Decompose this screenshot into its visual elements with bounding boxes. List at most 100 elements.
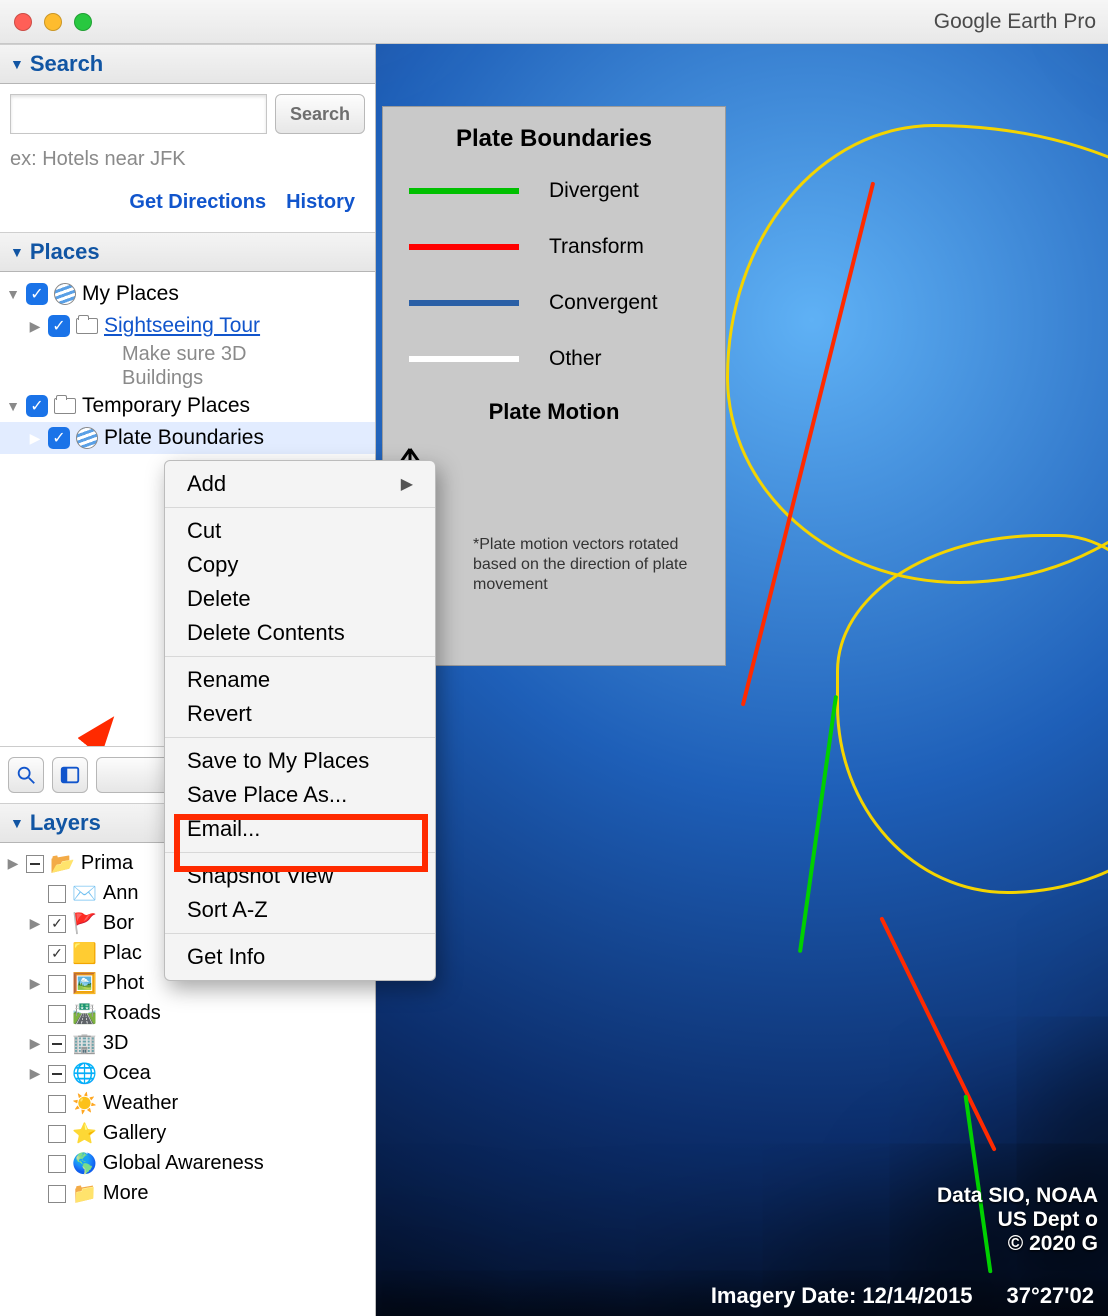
panel-title: Search	[30, 51, 103, 77]
menu-item-cut[interactable]: Cut	[165, 514, 435, 548]
checkbox[interactable]	[48, 1155, 66, 1173]
menu-label: Email...	[187, 816, 260, 842]
checkbox[interactable]: ✓	[26, 283, 48, 305]
menu-label: Snapshot View	[187, 863, 333, 889]
menu-item-snapshot-view[interactable]: Snapshot View	[165, 859, 435, 893]
titlebar: Google Earth Pro	[0, 0, 1108, 44]
menu-item-delete[interactable]: Delete	[165, 582, 435, 616]
menu-item-save-to-my-places[interactable]: Save to My Places	[165, 744, 435, 778]
checkbox[interactable]: ✓	[48, 315, 70, 337]
menu-label: Save Place As...	[187, 782, 347, 808]
layer-item[interactable]: 🌎Global Awareness	[0, 1149, 375, 1179]
disclosure-icon: ▼	[10, 56, 24, 72]
annotation-arrow-icon	[74, 714, 164, 746]
layer-icon: 🌐	[72, 1061, 97, 1086]
checkbox[interactable]	[48, 915, 66, 933]
checkbox[interactable]	[48, 975, 66, 993]
search-places-button[interactable]	[8, 757, 44, 793]
tree-label[interactable]: Sightseeing Tour	[104, 314, 260, 338]
link-history[interactable]: History	[286, 191, 355, 214]
legend-title: Plate Boundaries	[383, 107, 725, 153]
menu-item-copy[interactable]: Copy	[165, 548, 435, 582]
maximize-icon[interactable]	[74, 13, 92, 31]
map-viewport[interactable]: 📌+ ▱+ ↝+ ▭+ 🎥+ 🕘 🌅 🪐 📏 Plate Boundaries …	[376, 44, 1108, 1316]
tree-item-sightseeing[interactable]: ▶ ✓ Sightseeing Tour	[0, 310, 375, 342]
search-input[interactable]	[10, 94, 267, 134]
panel-header-places[interactable]: ▼ Places	[0, 232, 375, 272]
panel-toggle-button[interactable]	[52, 757, 88, 793]
disclosure-icon[interactable]: ▶	[28, 1065, 42, 1082]
disclosure-icon[interactable]: ▼	[6, 286, 20, 302]
legend-swatch-icon	[409, 356, 519, 362]
checkbox[interactable]	[48, 1005, 66, 1023]
menu-item-rename[interactable]: Rename	[165, 663, 435, 697]
legend-label: Other	[549, 347, 602, 371]
checkbox[interactable]	[48, 1035, 66, 1053]
layer-item[interactable]: 📁 More	[0, 1179, 375, 1209]
menu-item-sort-az[interactable]: Sort A-Z	[165, 893, 435, 927]
window-controls	[14, 13, 92, 31]
submenu-arrow-icon: ▶	[401, 474, 413, 494]
menu-item-revert[interactable]: Revert	[165, 697, 435, 731]
legend-swatch-icon	[409, 300, 519, 306]
menu-item-add[interactable]: Add ▶	[165, 467, 435, 501]
folder-icon	[76, 318, 98, 334]
checkbox[interactable]	[48, 1095, 66, 1113]
checkbox[interactable]	[48, 1065, 66, 1083]
tree-item-note: Buildings	[0, 366, 375, 390]
layer-item[interactable]: ☀️Weather	[0, 1089, 375, 1119]
link-get-directions[interactable]: Get Directions	[129, 191, 266, 214]
tree-item-plate-boundaries[interactable]: ▶ ✓ Plate Boundaries	[0, 422, 375, 454]
checkbox[interactable]	[26, 855, 44, 873]
legend-subtitle: Plate Motion	[383, 399, 725, 425]
menu-item-save-place-as[interactable]: Save Place As...	[165, 778, 435, 812]
menu-label: Cut	[187, 518, 221, 544]
layer-icon: 🖼️	[72, 971, 97, 996]
panel-header-search[interactable]: ▼ Search	[0, 44, 375, 84]
tree-label: More	[103, 1182, 149, 1205]
disclosure-icon[interactable]: ▼	[6, 398, 20, 414]
checkbox[interactable]: ✓	[26, 395, 48, 417]
layer-item[interactable]: ⭐Gallery	[0, 1119, 375, 1149]
close-icon[interactable]	[14, 13, 32, 31]
layer-item[interactable]: ▶🏢3D	[0, 1029, 375, 1059]
layer-item[interactable]: ▶🌐Ocea	[0, 1059, 375, 1089]
checkbox[interactable]	[48, 945, 66, 963]
tree-item-temporary[interactable]: ▼ ✓ Temporary Places	[0, 390, 375, 422]
tree-label: Prima	[81, 852, 133, 875]
tree-label: Plate Boundaries	[104, 426, 264, 450]
legend-label: Convergent	[549, 291, 658, 315]
search-button[interactable]: Search	[275, 94, 365, 134]
layer-icon: 📁	[72, 1181, 97, 1206]
layer-item[interactable]: 🛣️Roads	[0, 999, 375, 1029]
layer-icon: 🌎	[72, 1151, 97, 1176]
menu-label: Copy	[187, 552, 238, 578]
disclosure-icon[interactable]: ▶	[28, 430, 42, 447]
checkbox[interactable]: ✓	[48, 427, 70, 449]
tree-label: Weather	[103, 1092, 178, 1115]
disclosure-icon[interactable]: ▶	[6, 855, 20, 872]
menu-label: Save to My Places	[187, 748, 369, 774]
menu-item-email[interactable]: Email...	[165, 812, 435, 846]
tree-label: Bor	[103, 912, 134, 935]
disclosure-icon[interactable]: ▶	[28, 915, 42, 932]
tree-label: Ann	[103, 882, 139, 905]
disclosure-icon[interactable]: ▶	[28, 318, 42, 335]
checkbox[interactable]	[48, 1125, 66, 1143]
menu-label: Get Info	[187, 944, 265, 970]
tree-item-my-places[interactable]: ▼ ✓ My Places	[0, 278, 375, 310]
disclosure-icon[interactable]: ▶	[28, 1035, 42, 1052]
legend-label: Divergent	[549, 179, 639, 203]
menu-label: Add	[187, 471, 226, 497]
menu-label: Delete Contents	[187, 620, 345, 646]
checkbox[interactable]	[48, 1185, 66, 1203]
layer-icon: ⭐	[72, 1121, 97, 1146]
minimize-icon[interactable]	[44, 13, 62, 31]
layer-icon: 🟨	[72, 941, 97, 966]
layer-icon: ✉️	[72, 881, 97, 906]
menu-item-get-info[interactable]: Get Info	[165, 940, 435, 974]
disclosure-icon[interactable]: ▶	[28, 975, 42, 992]
menu-item-delete-contents[interactable]: Delete Contents	[165, 616, 435, 650]
status-imagery-date: Imagery Date: 12/14/2015	[711, 1283, 973, 1309]
checkbox[interactable]	[48, 885, 66, 903]
